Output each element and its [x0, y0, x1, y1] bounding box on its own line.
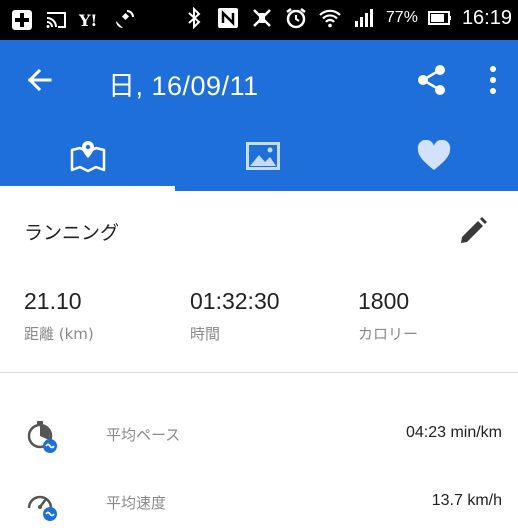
map-icon	[70, 140, 105, 172]
tab-bar	[0, 120, 518, 191]
battery-percent: 77%	[385, 9, 418, 26]
satellite-icon	[116, 10, 134, 28]
distance-label: 距離 (km)	[24, 325, 94, 343]
stat-calories: 1800 カロリー	[358, 288, 418, 344]
speedometer-icon	[27, 495, 57, 521]
tab-map[interactable]	[0, 120, 175, 191]
distance-value: 21.10	[24, 288, 82, 314]
battery-icon	[427, 11, 451, 25]
app-bar: 日, 16/09/11	[0, 40, 518, 120]
pace-value: 04:23 min/km	[405, 424, 502, 441]
vibrate-off-icon	[253, 9, 271, 27]
metric-row-pace: 平均ペース 04:23 min/km	[0, 410, 518, 460]
duration-value: 01:32:30	[190, 288, 280, 314]
photo-icon	[245, 141, 280, 170]
heart-icon	[417, 139, 451, 170]
speed-value: 13.7 km/h	[431, 492, 502, 509]
share-icon[interactable]	[414, 62, 450, 98]
status-bar-right: 77% 16:19	[182, 6, 512, 30]
tab-heart-rate[interactable]	[350, 120, 518, 191]
calories-label: カロリー	[358, 325, 419, 343]
signal-icon	[354, 9, 373, 27]
activity-type: ランニング	[24, 222, 120, 244]
svg-text:Y!: Y!	[78, 11, 97, 30]
status-time: 16:19	[461, 6, 512, 29]
bluetooth-icon	[188, 6, 201, 30]
pace-stopwatch-icon	[27, 421, 57, 453]
divider	[0, 372, 518, 373]
alarm-icon	[286, 8, 306, 29]
page-title: 日, 16/09/11	[108, 71, 259, 101]
nfc-icon	[217, 8, 238, 28]
calories-value: 1800	[358, 288, 410, 314]
back-arrow-icon[interactable]	[22, 62, 58, 98]
status-bar: Y! 77% 16:19	[0, 0, 518, 40]
metric-row-speed: 平均速度 13.7 km/h	[0, 478, 518, 528]
yahoo-icon: Y!	[78, 11, 97, 30]
plus-square-icon	[12, 10, 32, 30]
wifi-icon	[319, 9, 341, 28]
tab-photos[interactable]	[175, 120, 350, 191]
more-vert-icon[interactable]	[478, 62, 508, 98]
edit-pencil-icon[interactable]	[456, 214, 490, 248]
duration-label: 時間	[190, 325, 221, 343]
speed-label: 平均速度	[106, 494, 167, 512]
stat-duration: 01:32:30 時間	[190, 288, 280, 344]
stat-distance: 21.10 距離 (km)	[24, 288, 94, 344]
pace-label: 平均ペース	[106, 426, 181, 444]
cast-icon	[46, 12, 66, 28]
status-bar-left: Y!	[10, 8, 136, 32]
